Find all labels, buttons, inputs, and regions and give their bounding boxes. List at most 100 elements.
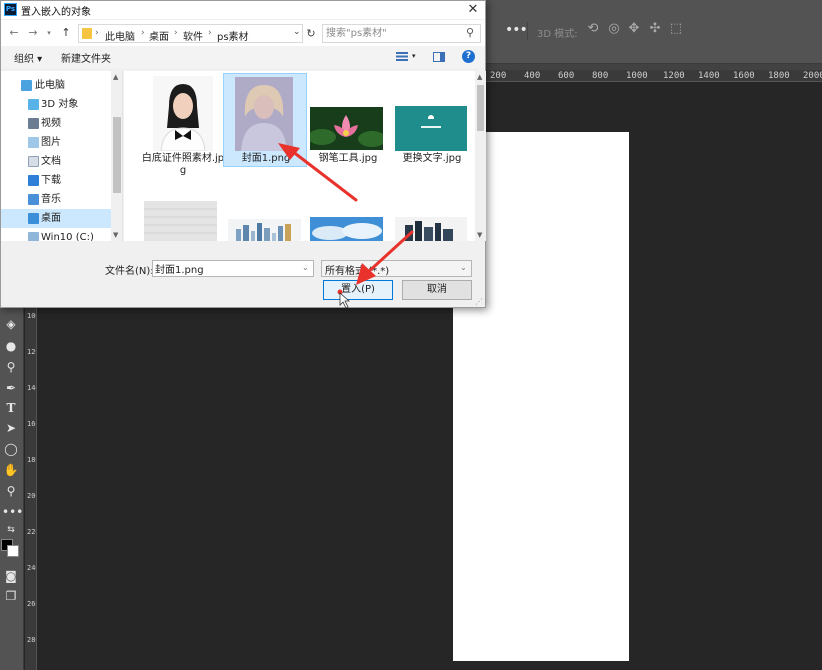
file-list-scrollbar[interactable]: ▲ ▼ — [475, 71, 486, 241]
place-button[interactable]: 置入(P) — [323, 280, 393, 300]
file-item[interactable] — [223, 197, 307, 241]
screen-mode-icon[interactable]: ❐ — [2, 588, 20, 604]
chevron-right-icon[interactable]: › — [141, 28, 145, 38]
place-embedded-dialog: Ps 置入嵌入的对象 ✕ ← → ▾ ↑ › 此电脑 › 桌面 › 软件 › p… — [0, 0, 486, 308]
3d-pan-icon[interactable]: ✥ — [627, 22, 641, 36]
sidebar-item-videos[interactable]: 视频 — [1, 114, 111, 133]
sidebar-item-documents[interactable]: 文档 — [1, 152, 111, 171]
sidebar-item-win10-c[interactable]: Win10 (C:) — [1, 228, 111, 241]
ruler-label: 2000 — [27, 492, 36, 500]
chevron-down-icon[interactable]: ▾ — [412, 52, 416, 60]
chevron-down-icon[interactable]: ⌄ — [460, 263, 467, 272]
more-options-icon[interactable]: ••• — [505, 22, 528, 38]
3d-scale-icon[interactable]: ⬚ — [669, 22, 683, 36]
sidebar-item-desktop[interactable]: 桌面 — [1, 209, 111, 228]
search-icon[interactable]: ⚲ — [466, 26, 474, 39]
swap-colors-icon[interactable]: ⇆ — [2, 522, 20, 538]
navigation-row: ← → ▾ ↑ › 此电脑 › 桌面 › 软件 › ps素材 ⌄ ↻ ⚲ — [1, 20, 485, 46]
refresh-button[interactable]: ↻ — [304, 24, 318, 43]
organize-menu[interactable]: 组织 ▾ — [14, 50, 42, 65]
sidebar-item-label: 下载 — [41, 175, 61, 186]
file-item[interactable] — [141, 197, 225, 241]
scroll-up-icon[interactable]: ▲ — [113, 73, 118, 81]
pen-icon[interactable]: ✒ — [2, 380, 20, 396]
up-button[interactable]: ↑ — [59, 25, 73, 41]
sidebar-item-music[interactable]: 音乐 — [1, 190, 111, 209]
sidebar-item-this-pc[interactable]: 此电脑 — [1, 76, 111, 95]
blur-drop-icon[interactable]: ● — [2, 338, 20, 354]
filename-field[interactable] — [155, 262, 297, 275]
dodge-icon[interactable]: ⚲ — [2, 359, 20, 375]
desktop-folder-icon — [28, 213, 39, 224]
forward-button[interactable]: → — [26, 25, 40, 41]
chevron-right-icon[interactable]: › — [174, 28, 178, 38]
close-button[interactable]: ✕ — [461, 1, 485, 19]
more-tools-icon[interactable]: ••• — [2, 504, 23, 520]
file-item[interactable]: 白底证件照素材.jpg — [141, 73, 225, 183]
sidebar-item-downloads[interactable]: 下载 — [1, 171, 111, 190]
file-item[interactable] — [306, 197, 390, 241]
3d-roll-icon[interactable]: ◎ — [607, 22, 621, 36]
ruler-label: 200 — [490, 71, 507, 81]
3d-objects-icon — [28, 99, 39, 110]
file-item-selected[interactable]: 封面1.png — [223, 73, 307, 167]
hand-icon[interactable]: ✋ — [2, 462, 20, 478]
filetype-select[interactable]: 所有格式 (*.*) ⌄ — [321, 260, 472, 277]
address-bar[interactable]: › 此电脑 › 桌面 › 软件 › ps素材 ⌄ — [78, 24, 303, 43]
ellipse-icon[interactable]: ◯ — [2, 441, 20, 457]
scrollbar-thumb[interactable] — [113, 117, 121, 193]
breadcrumb-ps-assets[interactable]: ps素材 — [217, 28, 249, 43]
search-input[interactable] — [326, 26, 461, 41]
filename-combobox[interactable]: ⌄ — [152, 260, 314, 277]
sidebar-item-label: 图片 — [41, 137, 61, 148]
type-icon[interactable]: T — [2, 400, 20, 416]
sidebar-item-3d-objects[interactable]: 3D 对象 — [1, 95, 111, 114]
preview-pane-icon[interactable] — [433, 52, 445, 62]
file-item[interactable]: 钢笔工具.jpg — [306, 73, 390, 183]
chevron-right-icon[interactable]: › — [208, 28, 212, 38]
sidebar-item-label: 此电脑 — [35, 80, 65, 91]
new-folder-button[interactable]: 新建文件夹 — [61, 50, 111, 65]
file-name: 封面1.png — [241, 153, 291, 164]
scrollbar-thumb[interactable] — [477, 85, 484, 131]
file-item[interactable] — [390, 197, 474, 241]
drive-icon — [28, 232, 39, 241]
paint-bucket-icon[interactable]: ◈ — [2, 316, 20, 332]
file-name: 更换文字.jpg — [402, 153, 462, 164]
scroll-down-icon[interactable]: ▼ — [477, 231, 482, 239]
zoom-icon[interactable]: ⚲ — [2, 483, 20, 499]
view-options-icon[interactable] — [396, 52, 408, 61]
3d-mode-label: 3D 模式: — [537, 29, 578, 40]
breadcrumb-software[interactable]: 软件 — [183, 28, 203, 43]
quick-mask-icon[interactable]: ◙ — [2, 568, 20, 584]
scroll-up-icon[interactable]: ▲ — [477, 73, 482, 81]
3d-orbit-icon[interactable]: ⟲ — [586, 22, 600, 36]
path-select-icon[interactable]: ➤ — [2, 420, 20, 436]
back-button[interactable]: ← — [7, 25, 21, 41]
resize-grip-icon[interactable]: ⋰ — [475, 297, 483, 306]
background-color-swatch[interactable] — [7, 545, 19, 557]
ruler-label: 400 — [524, 71, 541, 81]
ruler-label: 2200 — [27, 528, 36, 536]
file-thumbnail — [228, 219, 301, 241]
breadcrumb-this-pc[interactable]: 此电脑 — [105, 28, 135, 43]
chevron-down-icon[interactable]: ⌄ — [302, 263, 309, 272]
sidebar-scrollbar[interactable]: ▲ ▼ — [111, 71, 122, 241]
3d-slide-icon[interactable]: ✣ — [648, 22, 662, 36]
file-thumbnail — [310, 217, 383, 241]
help-icon[interactable]: ? — [462, 50, 475, 63]
breadcrumb-desktop[interactable]: 桌面 — [149, 28, 169, 43]
ruler-label: 1800 — [768, 71, 790, 81]
sidebar-item-pictures[interactable]: 图片 — [1, 133, 111, 152]
chevron-right-icon[interactable]: › — [95, 28, 99, 38]
file-item[interactable]: 更换文字.jpg — [390, 73, 474, 183]
sidebar-item-label: 3D 对象 — [41, 99, 79, 110]
downloads-folder-icon — [28, 175, 39, 186]
scroll-down-icon[interactable]: ▼ — [113, 231, 118, 239]
chevron-down-icon[interactable]: ⌄ — [293, 27, 301, 37]
cancel-button[interactable]: 取消 — [402, 280, 472, 300]
search-box[interactable]: ⚲ — [322, 24, 481, 43]
documents-folder-icon — [28, 156, 39, 167]
ruler-label: 600 — [558, 71, 575, 81]
recent-locations-icon[interactable]: ▾ — [42, 25, 56, 41]
